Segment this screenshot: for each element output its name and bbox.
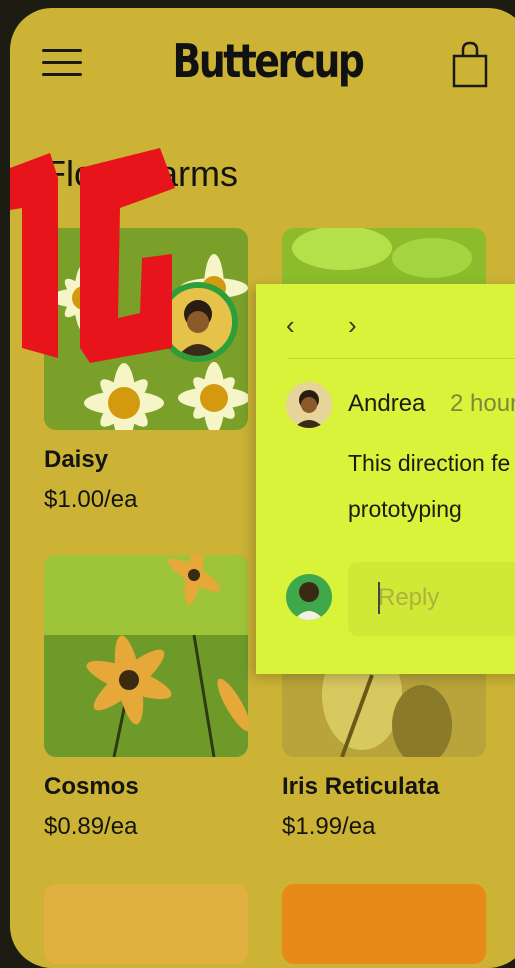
product-price: $1.00/ea <box>44 486 138 513</box>
product-price: $0.89/ea <box>44 813 138 840</box>
current-user-avatar <box>286 574 332 620</box>
divider <box>288 358 515 359</box>
red-logo-mark <box>10 148 175 363</box>
author-avatar <box>286 382 332 428</box>
comment-time: 2 hour <box>450 390 515 417</box>
text-caret <box>378 582 380 614</box>
comment-author: Andrea <box>348 390 426 417</box>
product-image <box>282 884 486 964</box>
product-card-6[interactable] <box>282 884 486 964</box>
reply-input[interactable]: Reply <box>348 562 515 636</box>
product-image <box>44 884 248 964</box>
product-name: Iris Reticulata <box>282 773 440 800</box>
product-name: Cosmos <box>44 773 139 800</box>
chevron-left-icon[interactable]: ‹ <box>286 310 295 341</box>
product-card-5[interactable] <box>44 884 248 964</box>
app-screen: Buttercup Flora Farms <box>10 8 515 968</box>
product-price: $1.99/ea <box>282 813 376 840</box>
product-card-cosmos[interactable]: Cosmos $0.89/ea <box>44 555 248 840</box>
chevron-right-icon[interactable]: › <box>348 310 357 341</box>
reply-placeholder: Reply <box>378 584 440 611</box>
comment-popover: ‹ › Andrea 2 hour This direction fe prot… <box>256 284 515 674</box>
shopping-bag-icon[interactable] <box>450 40 490 90</box>
comment-text: This direction fe prototyping <box>348 450 511 522</box>
cosmos-image <box>44 555 248 757</box>
product-name: Daisy <box>44 446 109 473</box>
brand-title: Buttercup <box>172 34 365 88</box>
